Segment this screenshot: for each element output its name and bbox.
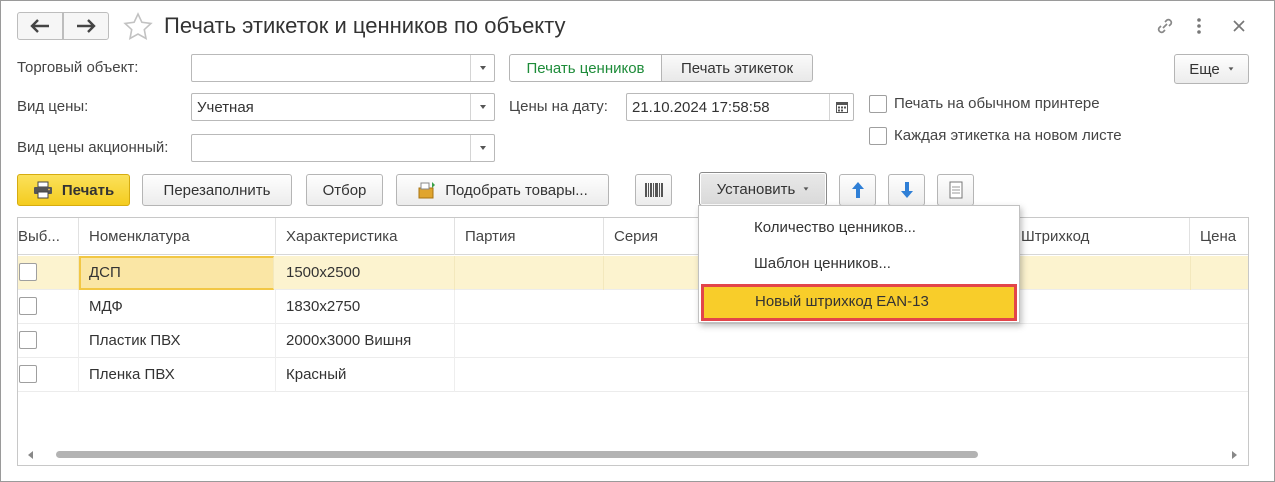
document-icon <box>949 181 962 199</box>
item-cell[interactable]: МДФ <box>79 290 276 324</box>
chevron-down-icon <box>803 187 809 191</box>
print-label: Печать <box>61 181 115 199</box>
dropdown-button[interactable] <box>470 94 494 120</box>
characteristic-cell[interactable]: Красный <box>276 358 455 392</box>
column-header-series[interactable]: Серия <box>604 218 700 255</box>
select-cell <box>18 324 79 358</box>
item-cell[interactable]: Пленка ПВХ <box>79 358 276 392</box>
item-cell[interactable]: ДСП <box>79 256 274 290</box>
promo-price-type-label: Вид цены акционный: <box>17 139 169 156</box>
pick-goods-icon <box>418 182 436 199</box>
each-new-sheet-checkbox[interactable] <box>869 127 887 145</box>
row-checkbox[interactable] <box>19 263 37 281</box>
menu-item-price-tag-template[interactable]: Шаблон ценников... <box>699 246 1019 282</box>
move-up-button[interactable] <box>839 174 876 206</box>
scrollbar-thumb[interactable] <box>56 451 978 458</box>
series-cell[interactable] <box>604 256 700 290</box>
row-checkbox[interactable] <box>19 297 37 315</box>
column-header-price[interactable]: Цена <box>1190 218 1248 255</box>
chevron-down-icon <box>479 105 486 109</box>
barcode-icon <box>644 183 663 197</box>
page-title: Печать этикеток и ценников по объекту <box>164 13 566 38</box>
tab-labels[interactable]: Печать этикеток <box>661 54 813 82</box>
forward-button[interactable] <box>63 12 109 40</box>
arrow-right-icon <box>77 19 96 33</box>
print-button[interactable]: Печать <box>17 174 130 206</box>
table-row[interactable]: МДФ 1830x2750 <box>18 290 1248 324</box>
column-header-batch[interactable]: Партия <box>455 218 604 255</box>
arrow-up-icon <box>851 182 864 198</box>
set-dropdown-menu: Количество ценников... Шаблон ценников..… <box>698 205 1020 323</box>
price-type-field[interactable]: Учетная <box>191 93 495 121</box>
item-cell[interactable]: Пластик ПВХ <box>79 324 276 358</box>
regular-printer-checkbox[interactable] <box>869 95 887 113</box>
link-icon[interactable] <box>1153 14 1177 38</box>
column-header-select[interactable]: Выб... <box>18 218 79 255</box>
characteristic-cell[interactable]: 1830x2750 <box>276 290 455 324</box>
chevron-down-icon <box>479 66 486 70</box>
pick-goods-button[interactable]: Подобрать товары... <box>396 174 609 206</box>
arrow-left-icon <box>30 19 49 33</box>
dropdown-button[interactable] <box>470 135 494 161</box>
column-header-barcode[interactable]: Штрихкод <box>1017 218 1190 255</box>
chevron-down-icon <box>1228 67 1234 71</box>
trade-object-label: Торговый объект: <box>17 59 139 76</box>
price-cell[interactable] <box>1190 256 1248 290</box>
set-button[interactable]: Установить <box>699 172 827 206</box>
barcode-button[interactable] <box>635 174 672 206</box>
more-button[interactable]: Еще <box>1174 54 1249 84</box>
each-new-sheet-label: Каждая этикетка на новом листе <box>894 127 1122 144</box>
characteristic-cell[interactable]: 1500x2500 <box>276 256 455 290</box>
calendar-icon <box>835 102 848 113</box>
chevron-down-icon <box>479 146 486 150</box>
move-down-button[interactable] <box>888 174 925 206</box>
calendar-button[interactable] <box>829 94 853 120</box>
row-checkbox[interactable] <box>19 365 37 383</box>
table-row[interactable]: ДСП 1500x2500 <box>18 256 1248 290</box>
prices-date-value: 21.10.2024 17:58:58 <box>632 99 770 116</box>
pick-goods-label: Подобрать товары... <box>445 181 588 199</box>
more-vertical-icon[interactable] <box>1187 14 1211 38</box>
row-checkbox[interactable] <box>19 331 37 349</box>
select-cell <box>18 358 79 392</box>
menu-item-price-tag-count[interactable]: Количество ценников... <box>699 210 1019 246</box>
characteristic-cell[interactable]: 2000x3000 Вишня <box>276 324 455 358</box>
prices-date-field[interactable]: 21.10.2024 17:58:58 <box>626 93 854 121</box>
menu-item-new-barcode-ean13[interactable]: Новый штрихкод EAN-13 <box>701 284 1017 321</box>
star-icon[interactable] <box>122 11 154 43</box>
document-button[interactable] <box>937 174 974 206</box>
scroll-right-icon[interactable] <box>1232 451 1238 459</box>
dropdown-button[interactable] <box>470 55 494 81</box>
filter-button[interactable]: Отбор <box>306 174 383 206</box>
table-header: Выб... Номенклатура Характеристика Парти… <box>18 218 1248 255</box>
set-label: Установить <box>716 180 796 198</box>
promo-price-type-field[interactable] <box>191 134 495 162</box>
price-type-label: Вид цены: <box>17 98 89 115</box>
back-button[interactable] <box>17 12 63 40</box>
printer-icon <box>33 181 52 199</box>
column-header-characteristic[interactable]: Характеристика <box>276 218 455 255</box>
table-row[interactable]: Пленка ПВХ Красный <box>18 358 1248 392</box>
select-cell <box>18 256 79 290</box>
scroll-left-icon[interactable] <box>28 451 34 459</box>
price-type-value: Учетная <box>197 99 254 116</box>
prices-date-label: Цены на дату: <box>509 98 608 115</box>
tab-price-tags[interactable]: Печать ценников <box>509 54 662 82</box>
window: Печать этикеток и ценников по объекту То… <box>0 0 1275 482</box>
select-cell <box>18 290 79 324</box>
more-label: Еще <box>1189 60 1220 78</box>
trade-object-field[interactable] <box>191 54 495 82</box>
horizontal-scrollbar[interactable] <box>18 443 1248 465</box>
arrow-down-icon <box>900 182 913 198</box>
regular-printer-label: Печать на обычном принтере <box>894 95 1100 112</box>
column-header-item[interactable]: Номенклатура <box>79 218 276 255</box>
refill-button[interactable]: Перезаполнить <box>142 174 292 206</box>
goods-table: Выб... Номенклатура Характеристика Парти… <box>17 217 1249 466</box>
close-icon[interactable] <box>1227 14 1251 38</box>
table-row[interactable]: Пластик ПВХ 2000x3000 Вишня <box>18 324 1248 358</box>
batch-cell[interactable] <box>455 256 604 290</box>
